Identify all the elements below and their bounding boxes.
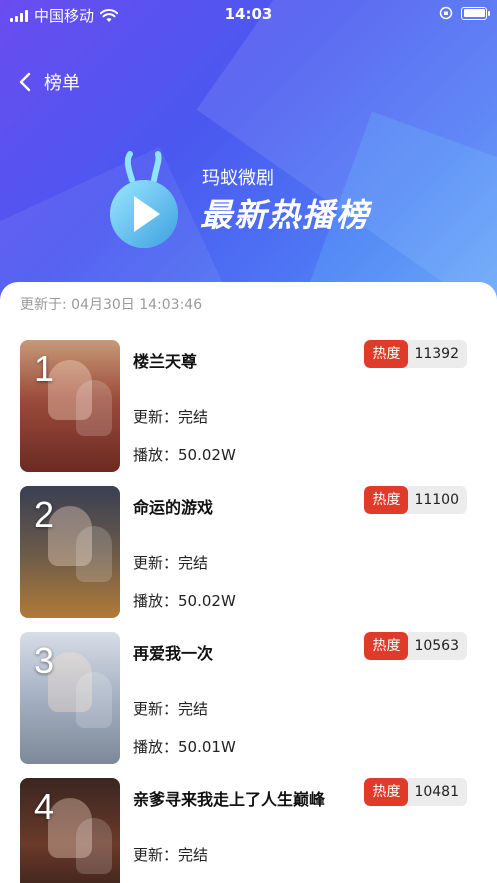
back-button[interactable] — [16, 68, 36, 96]
hero-banner — [0, 0, 497, 320]
heat-value: 10481 — [408, 778, 467, 806]
nav-bar: 榜单 — [16, 68, 80, 96]
heat-label: 热度 — [364, 340, 409, 368]
drama-poster[interactable]: 3 — [20, 632, 120, 764]
rank-number: 1 — [34, 348, 55, 389]
drama-title: 再爱我一次 — [133, 644, 214, 663]
orientation-lock-icon — [439, 6, 453, 20]
heat-label: 热度 — [364, 778, 409, 806]
updated-time: 更新于: 04月30日 14:03:46 — [20, 297, 203, 313]
status-time: 14:03 — [224, 5, 273, 23]
rank-number: 3 — [34, 640, 55, 681]
rank-number: 2 — [34, 494, 55, 535]
banner-headline: 最新热播榜 — [200, 196, 371, 234]
page-title: 榜单 — [44, 73, 80, 94]
drama-title: 亲爹寻来我走上了人生巅峰 — [133, 790, 326, 809]
list-item[interactable]: 3 再爱我一次 热度 10563 更新：完结 播放：50.01W — [0, 632, 497, 778]
update-status: 更新：完结 — [133, 554, 209, 572]
heat-badge: 热度 11392 — [364, 340, 467, 368]
heat-label: 热度 — [364, 486, 409, 514]
heat-value: 11100 — [408, 486, 467, 514]
play-count: 播放：50.02W — [133, 592, 236, 610]
heat-badge: 热度 10481 — [364, 778, 467, 806]
drama-title: 楼兰天尊 — [133, 352, 198, 371]
ranking-list: 1 楼兰天尊 热度 11392 更新：完结 播放：50.02W 2 命运的游戏 … — [0, 340, 497, 883]
status-bar: 中国移动 14:03 — [0, 0, 497, 30]
heat-value: 10563 — [408, 632, 467, 660]
heat-label: 热度 — [364, 632, 409, 660]
list-item[interactable]: 2 命运的游戏 热度 11100 更新：完结 播放：50.02W — [0, 486, 497, 632]
heat-badge: 热度 11100 — [364, 486, 467, 514]
drama-title: 命运的游戏 — [133, 498, 214, 517]
rank-number: 4 — [34, 786, 55, 827]
drama-poster[interactable]: 2 — [20, 486, 120, 618]
heat-badge: 热度 10563 — [364, 632, 467, 660]
battery-icon — [461, 6, 490, 20]
update-status: 更新：完结 — [133, 846, 209, 864]
chevron-left-icon — [19, 72, 31, 92]
update-status: 更新：完结 — [133, 700, 209, 718]
list-item[interactable]: 4 亲爹寻来我走上了人生巅峰 热度 10481 更新：完结 — [0, 778, 497, 883]
play-count: 播放：50.01W — [133, 738, 236, 756]
update-status: 更新：完结 — [133, 408, 209, 426]
heat-value: 11392 — [408, 340, 467, 368]
ant-logo-icon — [110, 151, 178, 248]
ranking-sheet: 更新于: 04月30日 14:03:46 1 楼兰天尊 热度 11392 更新：… — [0, 282, 497, 883]
brand-name: 玛蚁微剧 — [202, 168, 274, 189]
drama-poster[interactable]: 1 — [20, 340, 120, 472]
drama-poster[interactable]: 4 — [20, 778, 120, 883]
play-count: 播放：50.02W — [133, 446, 236, 464]
list-item[interactable]: 1 楼兰天尊 热度 11392 更新：完结 播放：50.02W — [0, 340, 497, 486]
